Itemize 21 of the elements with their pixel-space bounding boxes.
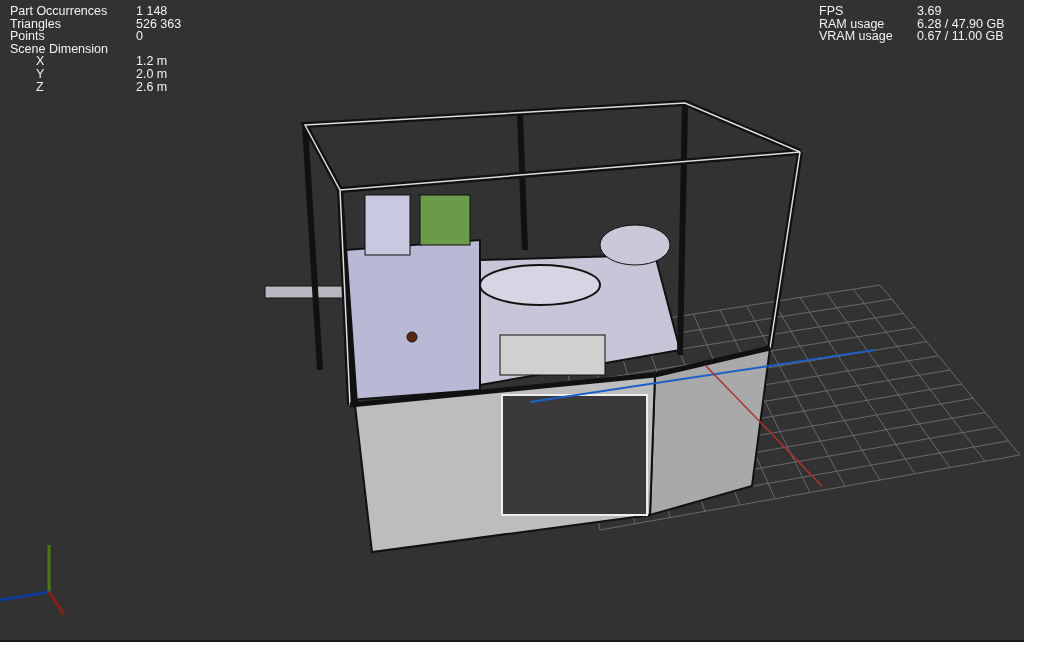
stat-value: 1 148: [136, 5, 168, 18]
stat-value: 1.2 m: [136, 55, 168, 68]
stat-value: 2.6 m: [136, 80, 168, 94]
stat-value: 2.0 m: [136, 67, 168, 81]
stat-value: 0.67 / 11.00 GB: [917, 30, 1004, 43]
stat-label: Points: [10, 30, 45, 43]
stat-label: RAM usage: [819, 17, 886, 31]
stat-value: 526 363: [136, 17, 182, 31]
stat-value: 6.28 / 47.90 GB: [917, 17, 1005, 31]
stat-label: Triangles: [10, 17, 62, 31]
stat-label: Z: [35, 80, 45, 94]
stat-value: 0: [136, 30, 143, 43]
stat-label: VRAM usage: [819, 30, 894, 43]
axis-gizmo-icon: [0, 545, 66, 616]
stat-label: Scene Dimension: [10, 42, 109, 56]
stat-label: FPS: [819, 5, 845, 18]
3d-viewport[interactable]: Part Occurrences 1 148 Triangles 526 363 Points 0 Scene Dimension X 1.2 m Y 2.0 m Z 2.6 m FPS 3.69 RAM usage 6.28 / 47.90 GB VRAM usage 0.67 / 11.00 GB: [0, 0, 1024, 640]
stat-label: X: [35, 55, 46, 68]
stat-label: Part Occurrences: [10, 5, 109, 18]
stat-label: Y: [35, 67, 46, 81]
stat-value: 3.69: [917, 5, 942, 18]
